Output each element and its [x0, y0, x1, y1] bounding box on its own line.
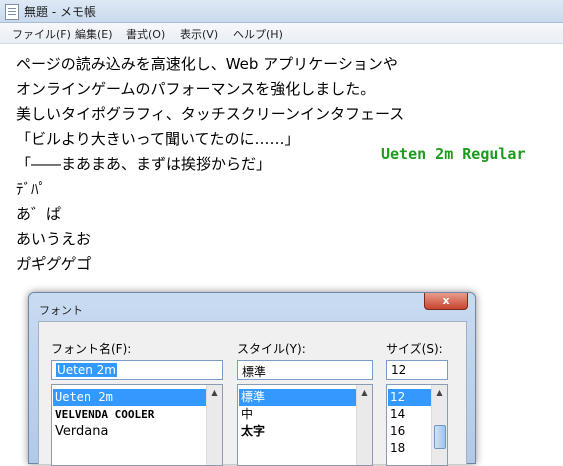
scroll-up-icon[interactable]: ▲ [432, 385, 447, 400]
text-line: 美しいタイポグラフィ、タッチスクリーンインタフェース [16, 105, 405, 123]
size-list[interactable]: 12 14 16 18 ▲ [386, 384, 448, 466]
font-name-value: Ueten 2m [56, 363, 117, 377]
style-label: スタイル(Y): [237, 342, 306, 356]
dialog-title: フォント [39, 304, 83, 317]
style-list[interactable]: 標準 中 太字 ▲ [237, 384, 373, 466]
font-name-input[interactable]: Ueten 2m [51, 360, 223, 380]
text-line: あいうえお [16, 230, 92, 248]
size-label: サイズ(S): [386, 342, 443, 356]
font-list-scrollbar[interactable]: ▲ [206, 385, 222, 465]
text-line: 「ビルより大きいって聞いてたのに……」 [16, 130, 300, 148]
size-list-scrollbar[interactable]: ▲ [431, 385, 447, 465]
notepad-icon [5, 4, 19, 20]
menu-edit[interactable]: 編集(E) [75, 26, 113, 42]
font-list-item[interactable]: Ueten 2m [53, 389, 206, 406]
text-line: カ゚キ゚ク゚ケ゚コ゚ [16, 255, 92, 273]
size-list-item[interactable]: 16 [388, 423, 431, 440]
dialog-body: フォント名(F): Ueten 2m Ueten 2m VELVENDA COO… [38, 321, 467, 466]
text-line: 「――まあまあ、まずは挨拶からだ」 [16, 155, 272, 173]
style-list-item[interactable]: 中 [239, 406, 356, 423]
scroll-up-icon[interactable]: ▲ [357, 385, 372, 400]
text-line: オンラインゲームのパフォーマンスを強化しました。 [16, 80, 376, 98]
window-title: 無題 - メモ帳 [24, 5, 96, 19]
font-name-annotation: Ueten 2m Regular [381, 145, 526, 163]
font-list[interactable]: Ueten 2m VELVENDA COOLER Verdana ▲ [51, 384, 223, 466]
scroll-up-icon[interactable]: ▲ [207, 385, 222, 400]
menu-file[interactable]: ファイル(F) [12, 26, 71, 42]
menu-view[interactable]: 表示(V) [180, 26, 218, 42]
close-button[interactable]: x [424, 293, 468, 310]
font-list-item[interactable]: Verdana [53, 423, 206, 440]
style-input[interactable]: 標準 [237, 360, 373, 380]
style-list-scrollbar[interactable]: ▲ [356, 385, 372, 465]
menu-bar: ファイル(F) 編集(E) 書式(O) 表示(V) ヘルプ(H) [0, 23, 563, 44]
close-icon: x [442, 294, 450, 307]
size-list-item[interactable]: 18 [388, 440, 431, 457]
menu-format[interactable]: 書式(O) [126, 26, 165, 42]
font-dialog: フォント x フォント名(F): Ueten 2m Ueten 2m VELVE… [28, 292, 476, 466]
style-list-item[interactable]: 標準 [239, 389, 356, 406]
style-list-item[interactable]: 太字 [239, 423, 356, 440]
text-line: ﾃﾞﾊﾟ [16, 180, 47, 198]
text-line: あ゛ぱ [16, 205, 62, 223]
text-line: ページの読み込みを高速化し、Web アプリケーションや [16, 55, 398, 73]
title-bar: 無題 - メモ帳 [0, 0, 563, 23]
size-input[interactable]: 12 [386, 360, 448, 380]
menu-help[interactable]: ヘルプ(H) [233, 26, 283, 42]
size-list-item[interactable]: 12 [388, 389, 431, 406]
font-list-item[interactable]: VELVENDA COOLER [53, 406, 206, 423]
scroll-thumb[interactable] [434, 425, 446, 449]
size-list-item[interactable]: 14 [388, 406, 431, 423]
font-name-label: フォント名(F): [51, 342, 132, 356]
